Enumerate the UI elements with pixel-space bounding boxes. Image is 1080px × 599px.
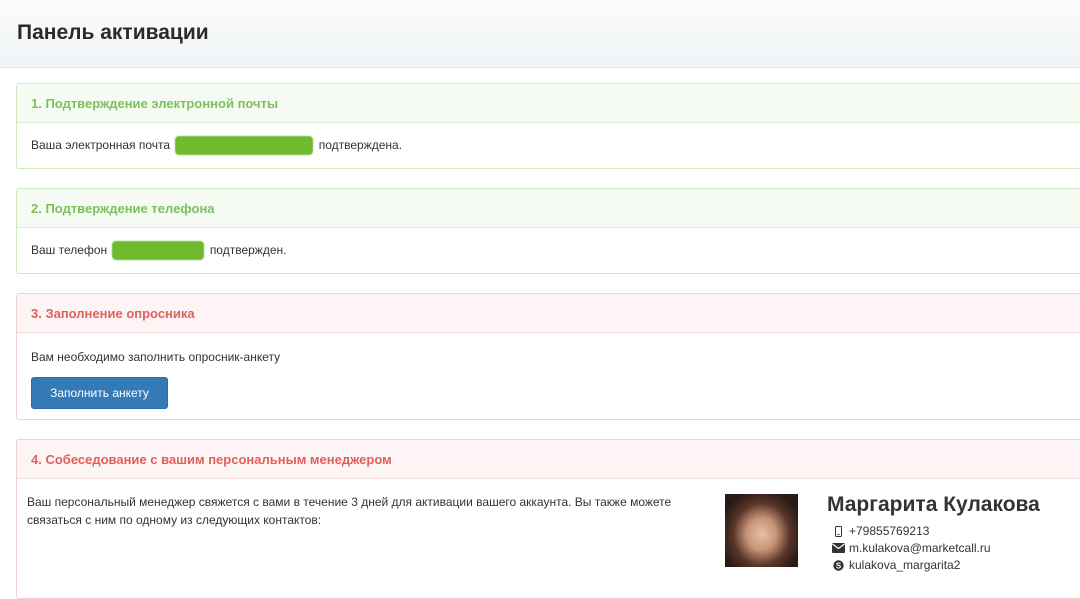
panel-heading: 4. Собеседование с вашим персональным ме… (17, 440, 1080, 479)
panel-body: Ваш телефон подтвержден. (17, 228, 1080, 261)
phone-status-text: Ваш телефон (31, 243, 108, 257)
envelope-icon (831, 543, 845, 553)
manager-interview-panel: 4. Собеседование с вашим персональным ме… (16, 439, 1080, 599)
phone-status-suffix: подтвержден. (209, 243, 287, 257)
manager-email: m.kulakova@marketcall.ru (831, 541, 991, 555)
questionnaire-panel: 3. Заполнение опросника Вам необходимо з… (16, 293, 1080, 420)
manager-skype: S kulakova_margarita2 (831, 558, 960, 572)
page-header: Панель активации (0, 0, 1080, 68)
manager-phone-value: +79855769213 (849, 524, 930, 538)
panel-heading: 3. Заполнение опросника (17, 294, 1080, 333)
panel-body: Ваша электронная почта подтверждена. (17, 123, 1080, 156)
questionnaire-instruction: Вам необходимо заполнить опросник-анкету (31, 350, 281, 364)
fill-questionnaire-button[interactable]: Заполнить анкету (31, 377, 168, 409)
svg-text:S: S (835, 561, 841, 570)
manager-skype-value[interactable]: kulakova_margarita2 (849, 558, 960, 572)
mobile-phone-icon (831, 525, 845, 537)
skype-icon: S (831, 559, 845, 571)
manager-info-text: Ваш персональный менеджер свяжется с вам… (27, 495, 672, 527)
manager-email-value[interactable]: m.kulakova@marketcall.ru (849, 541, 991, 555)
email-status-suffix: подтверждена. (318, 138, 403, 152)
email-confirmation-panel: 1. Подтверждение электронной почты Ваша … (16, 83, 1080, 169)
redacted-phone (112, 241, 205, 261)
email-status-text: Ваша электронная почта (31, 138, 171, 152)
redacted-email (175, 136, 314, 156)
panel-heading: 1. Подтверждение электронной почты (17, 84, 1080, 123)
panel-heading: 2. Подтверждение телефона (17, 189, 1080, 228)
manager-phone: +79855769213 (831, 524, 929, 538)
page-title: Панель активации (17, 21, 209, 44)
phone-confirmation-panel: 2. Подтверждение телефона Ваш телефон по… (16, 188, 1080, 274)
manager-name: Маргарита Кулакова (827, 493, 1040, 516)
panel-body: Вам необходимо заполнить опросник-анкету… (17, 333, 1080, 409)
manager-avatar (725, 494, 798, 567)
